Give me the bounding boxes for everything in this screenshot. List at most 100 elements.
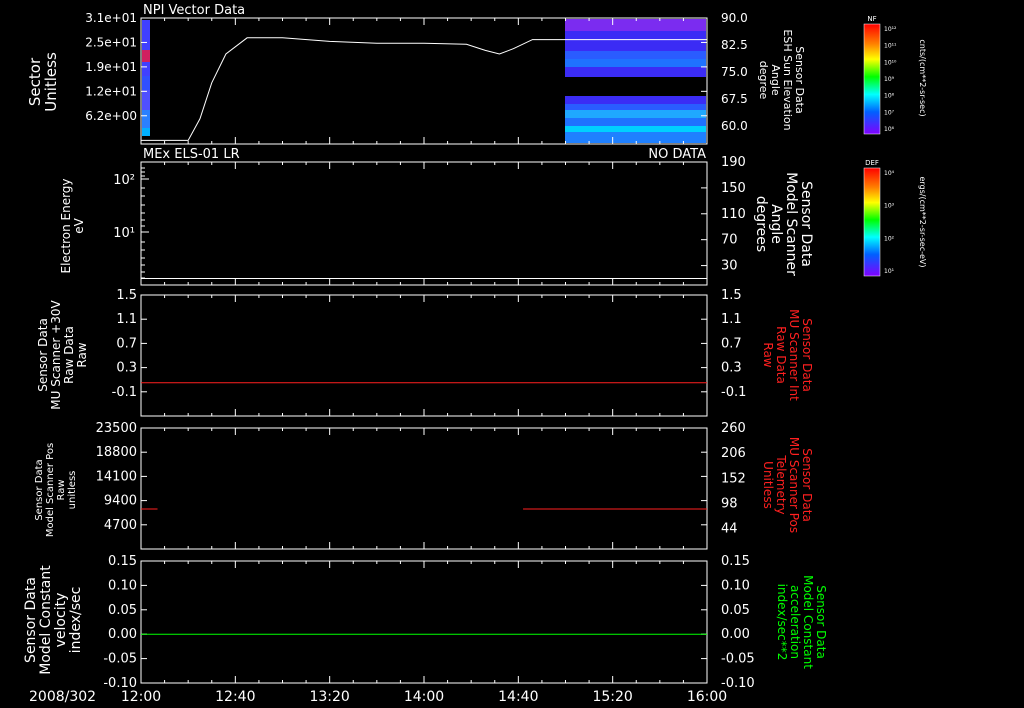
colorbar-def-title: DEF <box>865 159 879 167</box>
panel-2-status: NO DATA <box>648 147 706 162</box>
panel-3-y2label-line-1: Sensor Data <box>800 318 814 392</box>
panel-2-y2label-line-2: Model Scanner <box>783 172 799 276</box>
panel-2-y2-tick-label: 150 <box>721 181 746 196</box>
time-tick-label: 16:00 <box>687 689 727 705</box>
panel-4-y2-tick-label: 206 <box>721 446 746 461</box>
colorbar-tick-label: 10² <box>884 235 895 242</box>
panel-2-y2label-line-1: Sensor Data <box>798 181 814 267</box>
time-tick-label: 12:40 <box>215 689 255 705</box>
panel-5-y2-tick-label: 0.10 <box>721 578 750 593</box>
panel-1-y-tick-label: 1.2e+01 <box>85 84 137 98</box>
colorbar-tick-label: 10⁸ <box>884 93 895 100</box>
panel-1-title: NPI Vector Data <box>143 3 245 18</box>
panel-4-ylabel-line-3: Raw <box>56 479 67 500</box>
panel-5-y2-tick-label: -0.10 <box>721 676 755 691</box>
panel-2-y2-tick-label: 30 <box>721 259 738 274</box>
panel-5-ylabel-line-2: Model Constant <box>38 565 54 675</box>
time-tick-label: 14:40 <box>498 689 538 705</box>
panel-3-ylabel-line-3: Raw Data <box>62 326 76 384</box>
panel-5-y2-tick-label: 0.05 <box>721 603 750 618</box>
panel-1-y-tick-label: 1.9e+01 <box>85 60 137 74</box>
panel-5-ylabel-line-4: index/sec <box>68 587 84 654</box>
colorbar-def-unit: ergs/(cm**2-sr-sec-eV) <box>918 176 927 267</box>
time-tick-label: 14:00 <box>404 689 444 705</box>
heatmap-right-block <box>565 19 706 143</box>
panel-3-y-tick-label: 1.1 <box>116 312 137 327</box>
panel-5-y2-tick-label: 0.00 <box>721 627 750 642</box>
panel-2-y-tick-label: 10² <box>113 173 135 188</box>
panel-2-y2-tick-label: 110 <box>721 207 746 222</box>
heatmap-left-block <box>142 20 150 136</box>
panel-1-y2label-line-4: degree <box>757 61 770 100</box>
panel-3-y2-tick-label: 0.7 <box>721 336 742 351</box>
panel-5-y2label-line-1: Sensor Data <box>814 585 828 659</box>
panel-5-y2label-line-3: acceleration <box>788 585 802 659</box>
colorbar-tick-label: 10⁷ <box>884 109 895 116</box>
panel-1-y2-tick-label: 60.0 <box>721 119 748 133</box>
panel-3-y2-tick-label: 0.3 <box>721 361 742 376</box>
panel-4-y2-tick-label: 44 <box>721 522 738 537</box>
panel-3-y2-tick-label: 1.5 <box>721 288 742 303</box>
panel-5-y2label-line-2: Model Constant <box>801 575 815 669</box>
panel-1-y2-tick-label: 90.0 <box>721 11 748 25</box>
panel-4-y2label-line-3: Telemetry <box>774 454 788 514</box>
panel-4-y2label-line-1: Sensor Data <box>800 448 814 522</box>
panel-2-y2label-line-4: degrees <box>753 196 769 252</box>
colorbar-tick-label: 10⁶ <box>884 126 895 133</box>
panel-2-y2label-line-3: Angle <box>768 204 784 244</box>
panel-3-ylabel-line-1: Sensor Data <box>36 318 50 392</box>
panel-4-ylabel-line-2: Model Scanner Pos <box>45 443 56 537</box>
panel-3-ylabel-line-2: MU Scanner +30V <box>49 300 63 410</box>
panel-4-y-tick-label: 23500 <box>96 421 137 436</box>
panel-2-ylabel-line-1: Electron Energy <box>59 178 73 273</box>
panel-1-y-tick-label: 6.2e+00 <box>85 109 137 123</box>
panel-3-y2label-line-2: MU Scanner Int <box>787 309 801 401</box>
multi-panel-chart: NPI Vector Data MEx ELS-01 LR NO DATA 12… <box>0 0 1024 708</box>
panel-5-y2label-line-4: index/sec**2 <box>775 584 789 661</box>
panel-5-y-tick-label: 0.05 <box>108 603 137 618</box>
panel-4-y-tick-label: 18800 <box>96 445 137 460</box>
panel-4-ylabel-line-4: unitless <box>67 471 78 510</box>
panel-5-y-tick-label: 0.15 <box>108 554 137 569</box>
panel-5-y-tick-label: -0.05 <box>103 652 137 667</box>
panel-4-y2-tick-label: 152 <box>721 471 746 486</box>
panel-2-y2-tick-label: 190 <box>721 155 746 170</box>
panel-3-y2-tick-label: 1.1 <box>721 312 742 327</box>
panel-1-y-tick-label: 2.5e+01 <box>85 35 137 49</box>
panel-3-y2-tick-label: -0.1 <box>721 385 746 400</box>
panel-4-y2label-line-2: MU Scanner Pos <box>787 437 801 533</box>
colorbar-tick-label: 10⁹ <box>884 76 895 83</box>
panel-5-ylabel-line-3: velocity <box>53 593 69 648</box>
panel-4-ylabel-line-1: Sensor Data <box>34 459 45 520</box>
panel-5-y-tick-label: -0.10 <box>103 676 137 691</box>
panel-1-y-tick-label: 3.1e+01 <box>85 11 137 25</box>
panel-3-y-tick-label: 1.5 <box>116 288 137 303</box>
panel-1-y2-tick-label: 82.5 <box>721 38 748 52</box>
panel-5-y-tick-label: 0.00 <box>108 627 137 642</box>
panel-2-y2-tick-label: 70 <box>721 233 738 248</box>
colorbar-tick-label: 10¹⁰ <box>884 59 897 66</box>
time-tick-label: 15:20 <box>592 689 632 705</box>
colorbar-nf-unit: cnts/(cm**2-sr-sec) <box>918 39 927 116</box>
panel-3-y2label-line-3: Raw Data <box>774 326 788 384</box>
time-tick-label: 12:00 <box>121 689 161 705</box>
time-axis-start-date: 2008/302 <box>29 689 96 705</box>
panel-5-y2-tick-label: -0.05 <box>721 652 755 667</box>
panel-4-y2label-line-4: Unitless <box>761 461 775 509</box>
panel-3-y-tick-label: -0.1 <box>112 385 137 400</box>
panel-2-y-tick-label: 10¹ <box>113 226 135 241</box>
panel-4-y-tick-label: 14100 <box>96 469 137 484</box>
colorbar-tick-label: 10⁴ <box>884 170 895 177</box>
colorbar-tick-label: 10¹ <box>884 268 895 275</box>
panel-4-y-tick-label: 9400 <box>104 494 137 509</box>
panel-4-y2-tick-label: 260 <box>721 421 746 436</box>
panel-2-title: MEx ELS-01 LR <box>143 147 240 162</box>
panel-5-y-tick-label: 0.10 <box>108 578 137 593</box>
panel-3-y-tick-label: 0.7 <box>116 336 137 351</box>
panel-2-ylabel-line-2: eV <box>72 217 86 233</box>
panel-5-ylabel-line-1: Sensor Data <box>23 577 39 663</box>
panel-3-y-tick-label: 0.3 <box>116 361 137 376</box>
panel-1-y2-tick-label: 75.0 <box>721 65 748 79</box>
panel-4-y-tick-label: 4700 <box>104 518 137 533</box>
time-tick-label: 13:20 <box>309 689 349 705</box>
